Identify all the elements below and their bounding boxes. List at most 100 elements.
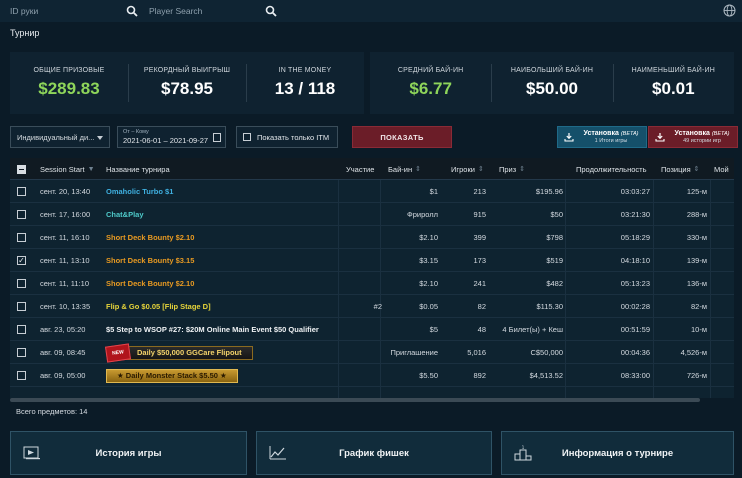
button-label: История игры [95,447,162,459]
checkbox-box[interactable] [17,164,26,174]
table-row[interactable]: Short Deck Bounty $3.15 сент. 11, 13:10 $3… [10,249,734,272]
new-badge: NEW [105,342,131,363]
row-checkbox[interactable] [17,249,26,272]
col-tournament-name[interactable]: Название турнира [106,158,170,180]
checkbox-box[interactable] [17,279,26,288]
tournament-name-cell[interactable]: Short Deck Bounty $2.10 [106,226,194,249]
cell-start: сент. 20, 13:40 [40,187,91,196]
cell-position: 726-м [686,371,707,380]
col-participation[interactable]: Участие [346,158,374,180]
tournament-name-cell[interactable]: Chat&Play [106,203,144,226]
checkbox-box[interactable] [17,210,26,219]
checkbox-box[interactable] [17,233,26,242]
cell-buyin: $5 [429,325,438,334]
row-checkbox[interactable] [17,203,26,226]
install-history-button[interactable]: Установка (BETA) 49 истории игр [648,126,738,148]
tournament-name-cell[interactable]: Short Deck Bounty $3.15 [106,249,194,272]
tournament-name-cell[interactable]: Flip & Go $0.05 [Flip Stage D] [106,295,211,318]
select-all-checkbox[interactable] [17,158,26,180]
cell-start: сент. 10, 13:35 [40,302,91,311]
hand-id-search-field[interactable]: ID руки [10,0,138,22]
table-row[interactable]: Omaholic Turbo $1 сент. 20, 13:40 $1 213 $19… [10,180,734,203]
tournament-table: Session Start ▼ Название турнира Участие … [10,158,734,398]
globe-icon[interactable] [723,4,736,17]
install-summary-button[interactable]: Установка (BETA) 1 Итоги игры [557,126,647,148]
header-label: Игроки [451,164,475,174]
cell-prize: $482 [546,279,563,288]
table-row[interactable]: Short Deck Bounty $2.10 сент. 11, 16:10 $2… [10,226,734,249]
checkbox-box[interactable] [17,348,26,357]
checkbox-box[interactable] [243,133,251,141]
cell-position: 139-м [686,256,707,265]
table-row[interactable]: $5 Step to WSOP #27: $20M Online Main Ev… [10,318,734,341]
cell-prize: $798 [546,233,563,242]
cell-prize: $50 [550,210,563,219]
table-row[interactable]: Short Deck Bounty $2.10 сент. 11, 11:10 $2… [10,272,734,295]
row-checkbox[interactable] [17,272,26,295]
tournament-name: Omaholic Turbo $1 [106,187,174,196]
tournament-name: Short Deck Bounty $2.10 [106,233,195,242]
checkbox-box[interactable] [17,302,26,311]
col-duration[interactable]: Продолжительность [576,158,647,180]
tournament-info-button[interactable]: 1 Информация о турнире [501,431,734,475]
search-icon[interactable] [126,5,138,17]
col-prize[interactable]: Приз ⇕ [499,158,525,180]
cell-players: 241 [473,279,486,288]
table-row[interactable]: NEW Daily $50,000 GGCare Flipout авг. 09, … [10,341,734,364]
cell-position: 288-м [686,210,707,219]
cell-start: авг. 09, 05:00 [40,371,86,380]
table-row[interactable]: Flip & Go $0.05 [Flip Stage D] сент. 10, … [10,295,734,318]
col-players[interactable]: Игроки ⇕ [451,158,484,180]
tournament-name-cell[interactable]: ★ Daily Monster Stack $5.50 ★ [106,364,238,387]
table-row[interactable]: ★ Daily Monster Stack $5.50 ★ авг. 09, 05… [10,364,734,387]
cell-players: 173 [473,256,486,265]
tournament-type-dropdown[interactable]: Индивидуальный ди... [10,126,110,148]
cell-duration: 05:18:29 [620,233,650,242]
show-button[interactable]: ПОКАЗАТЬ [352,126,452,148]
player-search-field[interactable]: Player Search [149,0,277,22]
row-checkbox[interactable] [17,295,26,318]
date-range-picker[interactable]: От – Кому 2021-06-01 – 2021-09-27 [117,126,226,148]
install-title: Установка [583,130,619,137]
row-checkbox[interactable] [17,180,26,203]
row-checkbox[interactable] [17,318,26,341]
chip-graph-button[interactable]: График фишек [256,431,492,475]
row-checkbox[interactable] [17,364,26,387]
stat-value: $6.77 [409,79,452,98]
cell-start: сент. 11, 16:10 [40,233,90,242]
stat-value: $78.95 [161,79,213,98]
row-checkbox[interactable] [17,226,26,249]
stat-value: 13 / 118 [274,79,336,98]
tournament-name-cell[interactable]: Omaholic Turbo $1 [106,180,173,203]
sort-icon: ⇕ [415,166,421,173]
tournament-name-cell[interactable]: NEW Daily $50,000 GGCare Flipout [105,341,253,364]
header-label: Название турнира [106,164,170,174]
svg-text:1: 1 [522,445,525,450]
button-label: Информация о турнире [561,447,674,459]
col-session-start[interactable]: Session Start ▼ [40,158,95,180]
checkbox-box[interactable] [17,371,26,380]
search-icon[interactable] [265,5,277,17]
tournament-name-cell[interactable]: $5 Step to WSOP #27: $20M Online Main Ev… [106,318,319,341]
row-checkbox[interactable] [17,341,26,364]
calendar-icon[interactable] [213,133,221,142]
col-buyin[interactable]: Бай-ин ⇕ [388,158,421,180]
checkbox-box[interactable] [17,187,26,196]
col-my[interactable]: Мой [714,158,729,180]
itm-only-checkbox[interactable]: Показать только ITM [236,126,338,148]
cell-position: 10-м [691,325,707,334]
sort-icon: ⇕ [519,166,526,173]
header-label: Участие [346,164,375,174]
dropdown-value: Индивидуальный ди... [17,132,95,142]
checkbox-box[interactable] [17,325,26,334]
col-position[interactable]: Позиция ⇕ [661,158,700,180]
cell-buyin: $2.10 [419,279,438,288]
cell-buyin: Приглашение [390,348,438,357]
game-history-button[interactable]: История игры [10,431,247,475]
checkbox-box[interactable] [17,256,26,265]
cell-buyin: $3.15 [419,256,438,265]
stat-label: IN THE MONEY [278,67,332,74]
table-row[interactable]: Chat&Play сент. 17, 16:00 Фриролл 915 $50 03:… [10,203,734,226]
tournament-name-cell[interactable]: Short Deck Bounty $2.10 [106,272,194,295]
stat-min-buyin: НАИМЕНЬШИЙ БАЙ-ИН $0.01 [612,52,734,114]
